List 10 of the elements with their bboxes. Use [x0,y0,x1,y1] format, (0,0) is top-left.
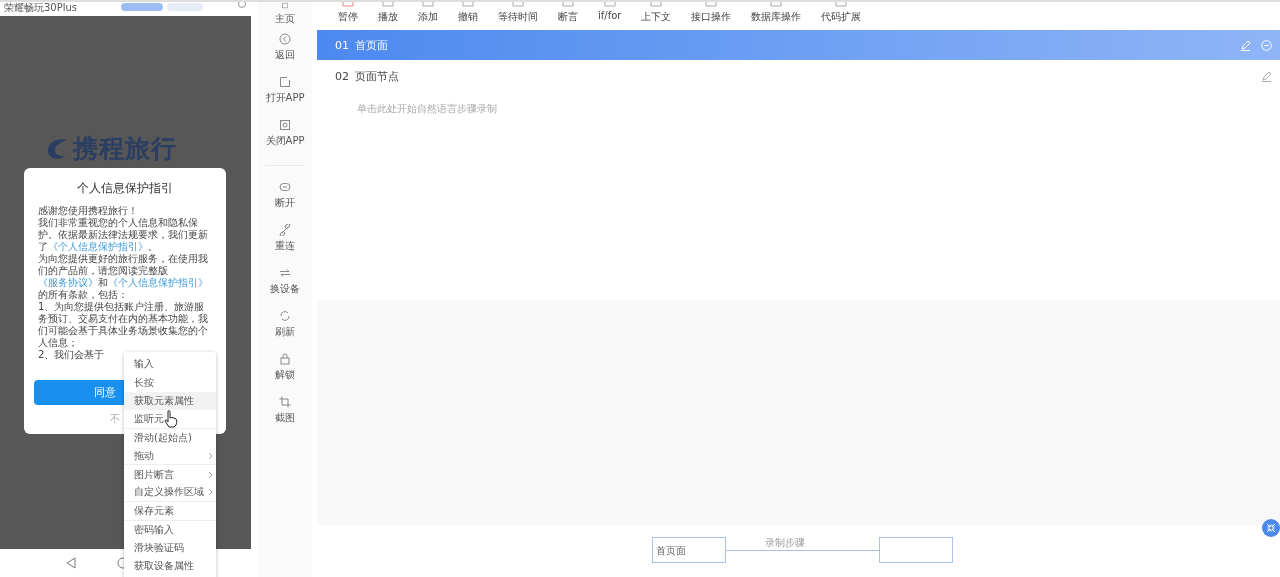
dialog-paragraph: 感谢您使用携程旅行！ [38,205,139,217]
step-title: 首页面 [355,37,388,53]
dialog-title: 个人信息保护指引 [76,180,174,197]
dialog-paragraph: 我们非常重视您的个人信息和隐私保护。依据最新法律法规要求，我们更新了《个人信息保护指引》。 [38,217,209,253]
dialog-paragraph: 2、我们会基于 [38,349,106,361]
device-name: 荣耀畅玩30Plus [4,2,78,14]
step-title: 页面节点 [355,68,399,84]
dialog-paragraph: 1、为向您提供包括账户注册、旅游服务预订、交易支付在内的基本功能，我们可能会基于具体业务场景收集您的个人信息； [38,301,209,349]
dialog-paragraph: 为向您提供更好的旅行服务，在使用我们的产品前，请您阅读完整版 《服务协议》和《个人信息保护指引》 的所有条款，包括： [38,253,209,301]
edge-label: 录制步骤 [765,536,805,550]
